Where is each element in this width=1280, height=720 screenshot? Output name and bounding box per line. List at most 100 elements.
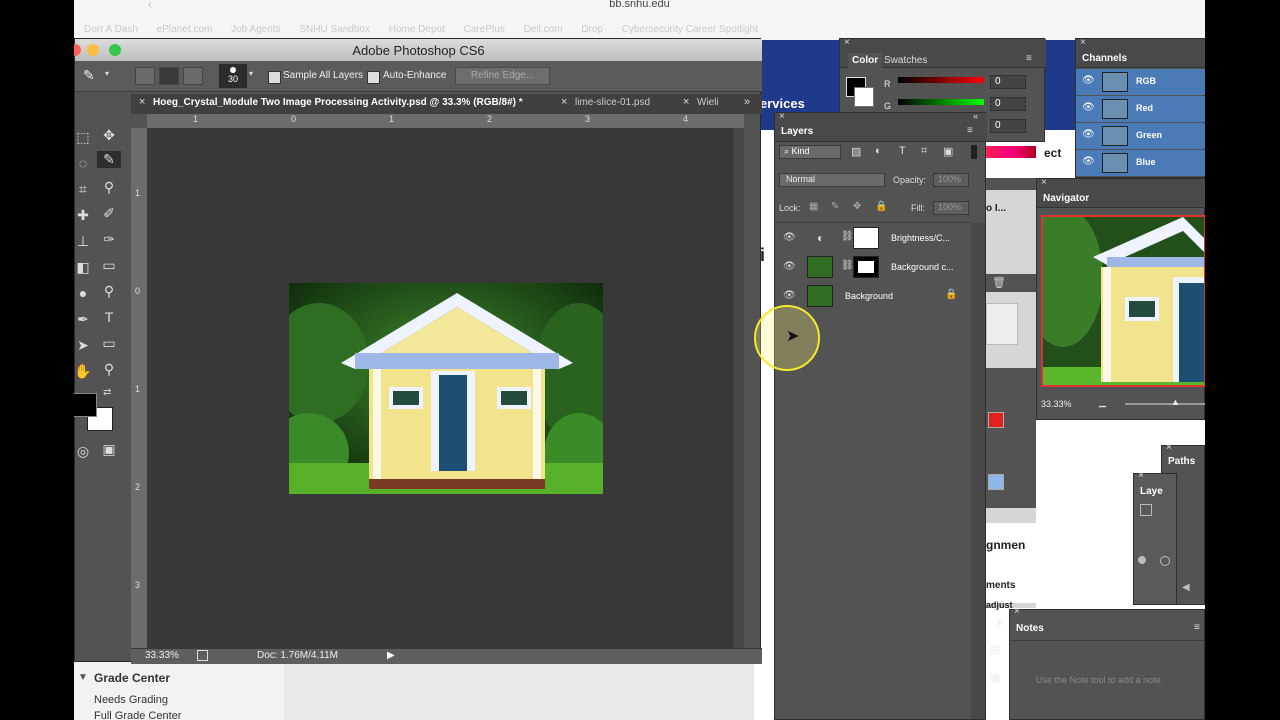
eye-icon[interactable]: 👁 <box>783 261 797 272</box>
bookmark-item[interactable]: ePlanet.com <box>157 24 213 35</box>
panel-menu-icon[interactable]: ≡ <box>1026 53 1032 64</box>
foreground-color-swatch[interactable] <box>74 393 97 417</box>
bookmark-item[interactable]: Dell.com <box>524 24 563 35</box>
fill-input[interactable]: 100% <box>933 201 969 215</box>
tab-layers-mini[interactable]: Laye <box>1140 486 1163 497</box>
full-grade-center-link[interactable]: Full Grade Center <box>94 710 181 720</box>
gradient-tool-icon[interactable]: ▭ <box>97 257 121 274</box>
brush-picker[interactable]: 30 <box>219 64 247 88</box>
house-photo[interactable] <box>289 283 603 494</box>
tab-lime-slice[interactable]: lime-slice-01.psd <box>575 97 650 108</box>
channel-row-red[interactable]: 👁 Red <box>1076 96 1205 122</box>
add-to-selection-button[interactable] <box>159 67 179 85</box>
back-arrow-icon[interactable]: ‹ <box>148 0 152 11</box>
background-swatch[interactable] <box>854 87 874 107</box>
properties-icon[interactable]: ▤ <box>990 643 1000 656</box>
brush-tool-icon[interactable]: ✐ <box>97 205 121 222</box>
arrow-left-icon[interactable]: ◀ <box>1182 582 1190 593</box>
close-tab-icon[interactable]: × <box>683 96 689 108</box>
close-icon[interactable]: × <box>1014 606 1020 617</box>
lock-position-icon[interactable]: ✥ <box>853 201 861 212</box>
quick-selection-tool-icon[interactable]: ✎ <box>83 67 95 84</box>
r-slider[interactable] <box>898 77 984 83</box>
export-icon[interactable] <box>197 650 208 661</box>
lock-paint-icon[interactable]: ✎ <box>831 201 839 212</box>
layer-thumbnail[interactable] <box>807 256 833 278</box>
dot-icon[interactable] <box>1138 556 1146 564</box>
lock-pixels-icon[interactable]: ▦ <box>809 201 818 212</box>
eye-icon[interactable]: 👁 <box>1082 75 1095 86</box>
quick-mask-icon[interactable]: ◎ <box>74 443 95 460</box>
sample-all-layers-checkbox[interactable] <box>268 71 281 84</box>
opacity-input[interactable]: 100% <box>933 173 969 187</box>
play-arrow-icon[interactable]: ▶ <box>387 650 395 661</box>
blur-tool-icon[interactable]: ● <box>74 285 95 301</box>
tab-navigator[interactable]: Navigator <box>1043 193 1089 204</box>
tab-swatches[interactable]: Swatches <box>884 55 927 66</box>
layer-mask-thumbnail[interactable] <box>853 227 879 249</box>
adjustments-icon[interactable]: ☀ <box>994 616 1005 630</box>
circle-icon[interactable] <box>1160 556 1170 566</box>
layer-mask-thumbnail[interactable] <box>853 256 879 278</box>
healing-tool-icon[interactable]: ✚ <box>74 207 95 224</box>
needs-grading-link[interactable]: Needs Grading <box>94 694 168 706</box>
channel-row-rgb[interactable]: 👁 RGB <box>1076 69 1205 95</box>
stamp-tool-icon[interactable]: ⊥ <box>74 233 95 250</box>
lasso-tool-icon[interactable]: ◌ <box>74 155 95 171</box>
zoom-out-icon[interactable]: ▁ <box>1099 397 1106 408</box>
bookmark-item[interactable]: Home Depot <box>389 24 445 35</box>
tab-layers[interactable]: Layers <box>781 126 813 137</box>
blend-mode-select[interactable]: Normal <box>779 173 885 187</box>
new-selection-button[interactable] <box>135 67 155 85</box>
red-swatch-icon[interactable] <box>988 412 1004 428</box>
marquee-tool-icon[interactable]: ⬚ <box>74 129 95 146</box>
address-bar[interactable]: bb.snhu.edu <box>74 0 1205 10</box>
grade-center-link[interactable]: Grade Center <box>94 671 170 685</box>
filter-shape-icon[interactable]: ⌗ <box>921 145 927 158</box>
bookmark-item[interactable]: SNHU Sandbox <box>299 24 370 35</box>
filter-smart-object-icon[interactable]: ▣ <box>943 145 953 158</box>
eye-icon[interactable]: 👁 <box>1082 129 1095 140</box>
bookmark-item[interactable]: Dorr A Dash <box>84 24 138 35</box>
close-icon[interactable]: × <box>1138 470 1144 481</box>
collapse-icon[interactable]: « <box>973 111 978 121</box>
zoom-level[interactable]: 33.33% <box>145 650 179 661</box>
eye-icon[interactable]: 👁 <box>783 232 797 243</box>
eye-icon[interactable]: 👁 <box>1082 102 1095 113</box>
dodge-tool-icon[interactable]: ⚲ <box>97 283 121 300</box>
layer-name[interactable]: Background <box>845 291 893 301</box>
tab-channels[interactable]: Channels <box>1082 53 1127 64</box>
lock-all-icon[interactable]: 🔒 <box>875 201 887 212</box>
layer-name[interactable]: Background c... <box>891 262 954 272</box>
close-tab-icon[interactable]: × <box>561 96 567 108</box>
auto-enhance-checkbox[interactable] <box>367 71 380 84</box>
bookmark-item[interactable]: Cybersecurity Career Spotlight <box>622 24 758 35</box>
layer-row-brightness[interactable]: 👁 ◐ ⛓ Brightness/C... <box>775 224 971 252</box>
g-value[interactable]: 0 <box>990 97 1026 111</box>
color-spectrum[interactable] <box>986 146 1036 158</box>
swap-colors-icon[interactable]: ⇄ <box>103 387 111 398</box>
g-slider[interactable] <box>898 99 984 105</box>
layer-name[interactable]: Brightness/C... <box>891 233 950 243</box>
navigator-zoom-value[interactable]: 33.33% <box>1041 399 1072 409</box>
link-icon[interactable]: ⛓ <box>841 260 854 271</box>
eraser-tool-icon[interactable]: ◧ <box>74 259 95 276</box>
close-tab-icon[interactable]: × <box>139 96 145 108</box>
panel-menu-icon[interactable]: ≡ <box>1194 622 1200 633</box>
quick-selection-tool-icon[interactable]: ✎ <box>97 151 121 168</box>
pen-tool-icon[interactable]: ✒ <box>74 311 95 328</box>
subtract-from-selection-button[interactable] <box>183 67 203 85</box>
refine-edge-button[interactable]: Refine Edge... <box>455 67 550 85</box>
tab-notes[interactable]: Notes <box>1016 623 1044 634</box>
r-value[interactable]: 0 <box>990 75 1026 89</box>
filter-toggle-switch[interactable] <box>971 145 977 159</box>
close-icon[interactable]: × <box>1041 177 1047 188</box>
close-icon[interactable]: × <box>1080 37 1086 48</box>
filter-type-icon[interactable]: T <box>899 145 906 157</box>
panel-menu-icon[interactable]: ≡ <box>967 125 973 136</box>
tab-wieli[interactable]: Wieli <box>697 97 719 108</box>
path-selection-icon[interactable]: ➤ <box>74 337 95 354</box>
styles-icon[interactable]: ▦ <box>990 671 1000 684</box>
eye-icon[interactable]: 👁 <box>1082 156 1095 167</box>
b-value[interactable]: 0 <box>990 119 1026 133</box>
